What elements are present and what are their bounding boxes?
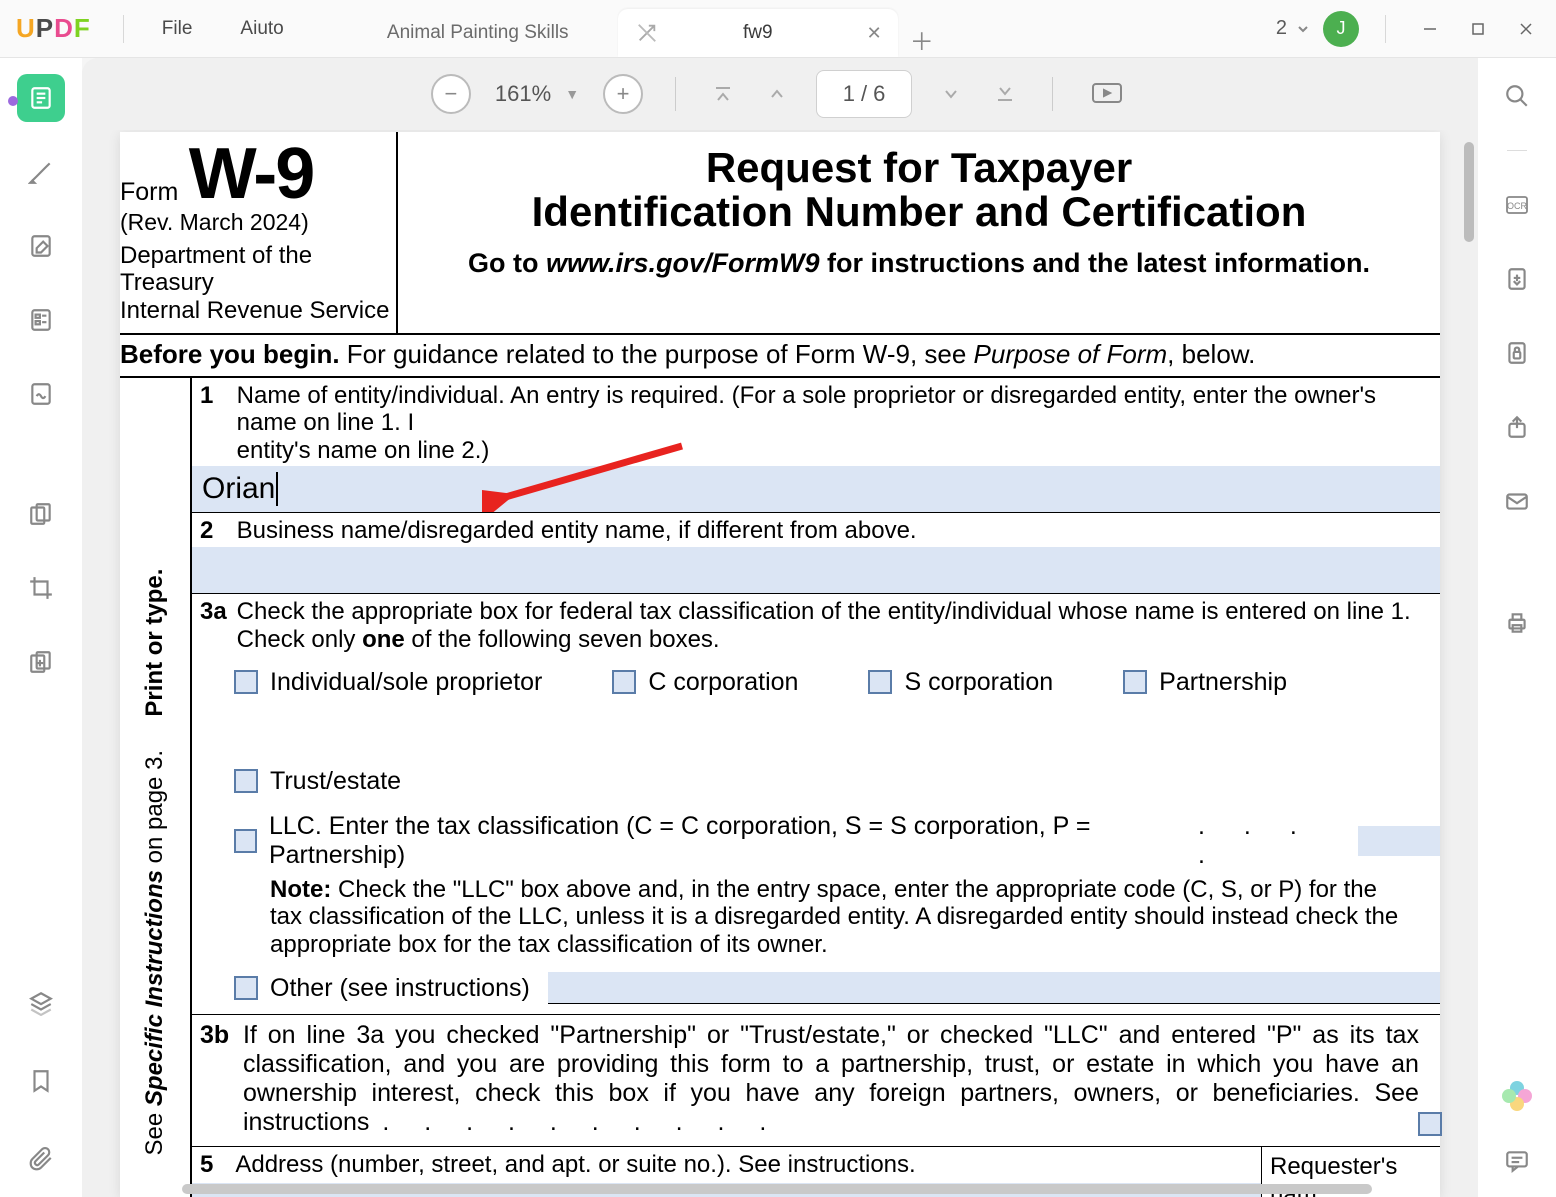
new-tab-button[interactable]: ＋ [902, 22, 942, 57]
menu-file[interactable]: File [138, 18, 217, 40]
tab-label: fw9 [743, 22, 773, 44]
tab-inactive[interactable]: Animal Painting Skills [338, 9, 618, 57]
app-logo: UPDF [16, 13, 91, 44]
horizontal-scrollbar[interactable] [182, 1184, 1372, 1194]
form-title-line2: Identification Number and Certification [418, 188, 1420, 236]
bookmark-button[interactable] [17, 1057, 65, 1105]
form-label: Form [120, 178, 178, 207]
llc-note: Note: Check the "LLC" box above and, in … [192, 874, 1440, 967]
protect-button[interactable] [1497, 333, 1537, 373]
chevron-down-icon: ▼ [565, 86, 579, 102]
separator [123, 15, 124, 43]
highlight-tool-button[interactable] [17, 148, 65, 196]
chevron-down-icon [1295, 21, 1311, 37]
line5-number: 5 [200, 1151, 230, 1179]
separator [1052, 77, 1053, 111]
svg-text:OCR: OCR [1507, 201, 1528, 211]
ocr-button[interactable]: OCR [1497, 185, 1537, 225]
checkbox-trust[interactable] [234, 769, 258, 793]
maximize-button[interactable] [1460, 11, 1496, 47]
attachment-button[interactable] [17, 1135, 65, 1183]
page-number-input[interactable]: 1 / 6 [816, 70, 912, 118]
presentation-mode-button[interactable] [1085, 77, 1129, 111]
checkbox-ccorp[interactable] [612, 670, 636, 694]
crop-tool-button[interactable] [17, 564, 65, 612]
indicator-dot [8, 96, 18, 106]
pdf-page: Form W-9 (Rev. March 2024) Department of… [120, 132, 1440, 1197]
edit-text-button[interactable] [17, 222, 65, 270]
line5-label: Address (number, street, and apt. or sui… [235, 1151, 915, 1178]
checkbox-other[interactable] [234, 976, 258, 1000]
before-begin-note: Before you begin. For guidance related t… [120, 335, 1440, 378]
user-avatar[interactable]: J [1323, 11, 1359, 47]
menu-help[interactable]: Aiuto [216, 18, 307, 40]
tab-label: Animal Painting Skills [387, 22, 569, 44]
share-button[interactable] [1497, 407, 1537, 447]
line1-number: 1 [200, 382, 230, 410]
name-input-field[interactable]: Orian [192, 466, 1440, 512]
last-page-button[interactable] [990, 79, 1020, 109]
instructions-link: Go to www.irs.gov/FormW9 for instruction… [418, 248, 1420, 279]
minimize-button[interactable] [1412, 11, 1448, 47]
annotation-arrow-icon [482, 442, 692, 512]
zoom-in-button[interactable]: + [603, 74, 643, 114]
tab-close-icon[interactable]: ✕ [867, 23, 882, 44]
line2-number: 2 [200, 517, 230, 545]
business-name-input[interactable] [192, 547, 1440, 593]
separator [1507, 150, 1527, 151]
checkbox-llc[interactable] [234, 829, 257, 853]
prev-page-button[interactable] [762, 79, 792, 109]
fill-sign-button[interactable] [17, 370, 65, 418]
organize-pages-button[interactable] [17, 490, 65, 538]
text-cursor [276, 472, 278, 506]
form-title-line1: Request for Taxpayer [418, 144, 1420, 192]
next-page-button[interactable] [936, 79, 966, 109]
other-input[interactable] [548, 972, 1440, 1004]
reader-mode-button[interactable] [17, 74, 65, 122]
vertical-scrollbar[interactable] [1464, 142, 1474, 242]
form-number: W-9 [189, 142, 314, 207]
comments-button[interactable] [1497, 1141, 1537, 1181]
separator [675, 77, 676, 111]
llc-code-input[interactable] [1358, 826, 1440, 856]
line3a-label: Check the appropriate box for federal ta… [237, 598, 1437, 653]
form-tool-button[interactable] [17, 296, 65, 344]
line3b-number: 3b [200, 1021, 236, 1050]
line2-label: Business name/disregarded entity name, i… [237, 517, 1437, 545]
side-instructions: See Specific Instructions on page 3. Pri… [141, 568, 169, 1155]
checkbox-scorp[interactable] [868, 670, 892, 694]
open-docs-dropdown[interactable]: 2 [1276, 17, 1311, 40]
email-button[interactable] [1497, 481, 1537, 521]
zoom-level-dropdown[interactable]: 161% ▼ [495, 81, 579, 107]
layers-button[interactable] [17, 979, 65, 1027]
close-window-button[interactable] [1508, 11, 1544, 47]
convert-button[interactable] [1497, 259, 1537, 299]
ai-assistant-icon[interactable] [1502, 1081, 1532, 1111]
checkbox-individual[interactable] [234, 670, 258, 694]
checkbox-partnership[interactable] [1123, 670, 1147, 694]
separator [1385, 15, 1386, 43]
line3b-text: If on line 3a you checked "Partnership" … [243, 1021, 1419, 1136]
tab-active[interactable]: fw9 ✕ [618, 9, 898, 57]
edit-disabled-icon [636, 22, 658, 44]
compress-button[interactable] [17, 638, 65, 686]
search-button[interactable] [1497, 76, 1537, 116]
revision-date: (Rev. March 2024) [120, 209, 396, 236]
line1-label: Name of entity/individual. An entry is r… [237, 382, 1437, 465]
first-page-button[interactable] [708, 79, 738, 109]
department-name: Department of the Treasury [120, 242, 396, 297]
zoom-out-button[interactable]: − [431, 74, 471, 114]
irs-name: Internal Revenue Service [120, 297, 396, 325]
print-button[interactable] [1497, 603, 1537, 643]
line3a-number: 3a [200, 598, 230, 626]
checkbox-foreign-partners[interactable] [1418, 1112, 1442, 1136]
